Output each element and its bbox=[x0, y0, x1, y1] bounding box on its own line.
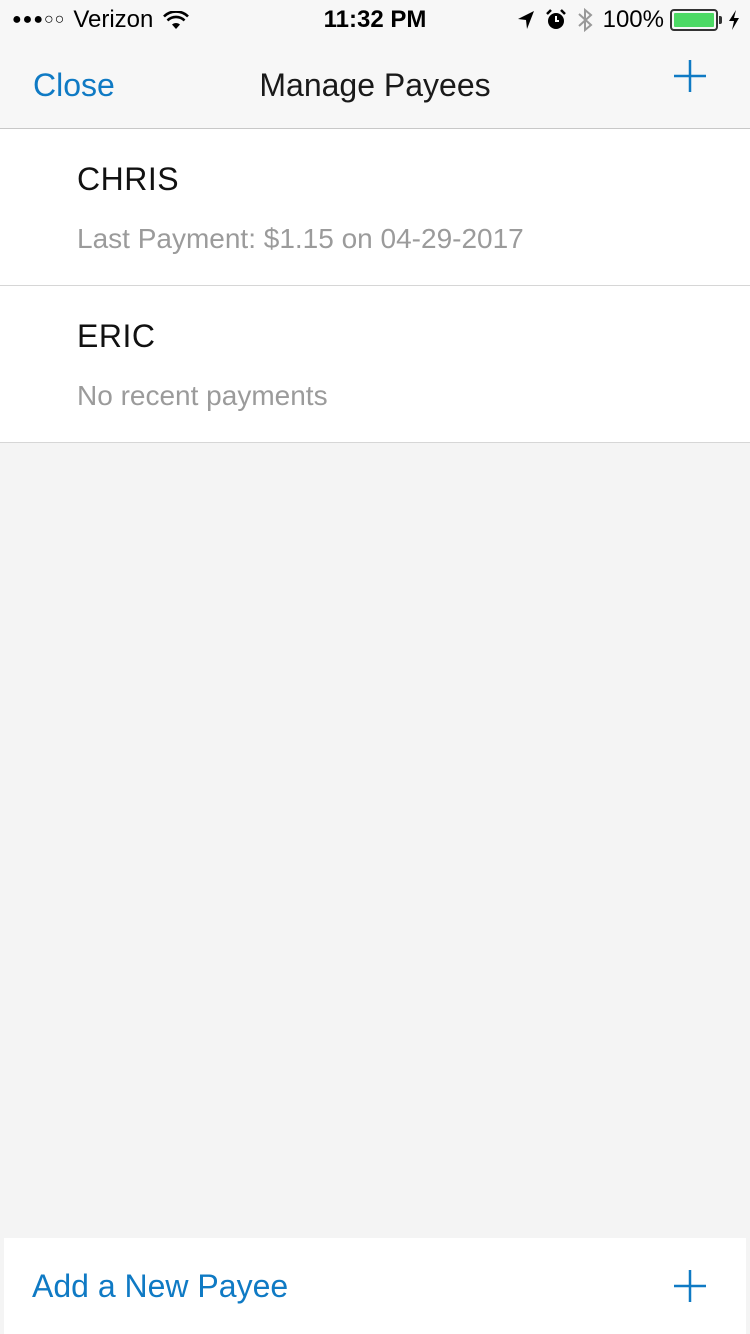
payee-last-payment: No recent payments bbox=[77, 380, 328, 411]
status-right: 100% bbox=[507, 6, 740, 34]
add-new-payee-button[interactable]: Add a New Payee bbox=[4, 1238, 746, 1334]
battery-percent: 100% bbox=[602, 6, 664, 33]
add-new-payee-label: Add a New Payee bbox=[32, 1268, 289, 1304]
payee-row-eric[interactable]: ERIC No recent payments bbox=[0, 286, 750, 443]
payee-name: CHRIS bbox=[77, 161, 180, 197]
alarm-clock-icon bbox=[545, 9, 567, 31]
payee-list: CHRIS Last Payment: $1.15 on 04-29-2017 … bbox=[0, 129, 750, 443]
battery-icon bbox=[670, 9, 722, 31]
location-arrow-icon bbox=[517, 10, 535, 30]
payee-name: ERIC bbox=[77, 318, 156, 354]
battery-fill bbox=[674, 13, 714, 27]
bluetooth-icon bbox=[577, 8, 593, 32]
navigation-bar: Close Manage Payees bbox=[0, 40, 750, 129]
add-payee-nav-button[interactable] bbox=[670, 56, 710, 96]
battery-tip bbox=[719, 16, 722, 24]
plus-icon bbox=[674, 60, 706, 92]
manage-payees-screen: ●●●○○ Verizon 11:32 PM 100% Close Manage… bbox=[0, 0, 750, 1334]
charging-bolt-icon bbox=[728, 10, 740, 30]
status-bar: ●●●○○ Verizon 11:32 PM 100% bbox=[0, 0, 750, 40]
page-title: Manage Payees bbox=[259, 67, 491, 103]
plus-icon bbox=[672, 1268, 708, 1304]
payee-row-chris[interactable]: CHRIS Last Payment: $1.15 on 04-29-2017 bbox=[0, 129, 750, 286]
payee-last-payment: Last Payment: $1.15 on 04-29-2017 bbox=[77, 223, 524, 254]
